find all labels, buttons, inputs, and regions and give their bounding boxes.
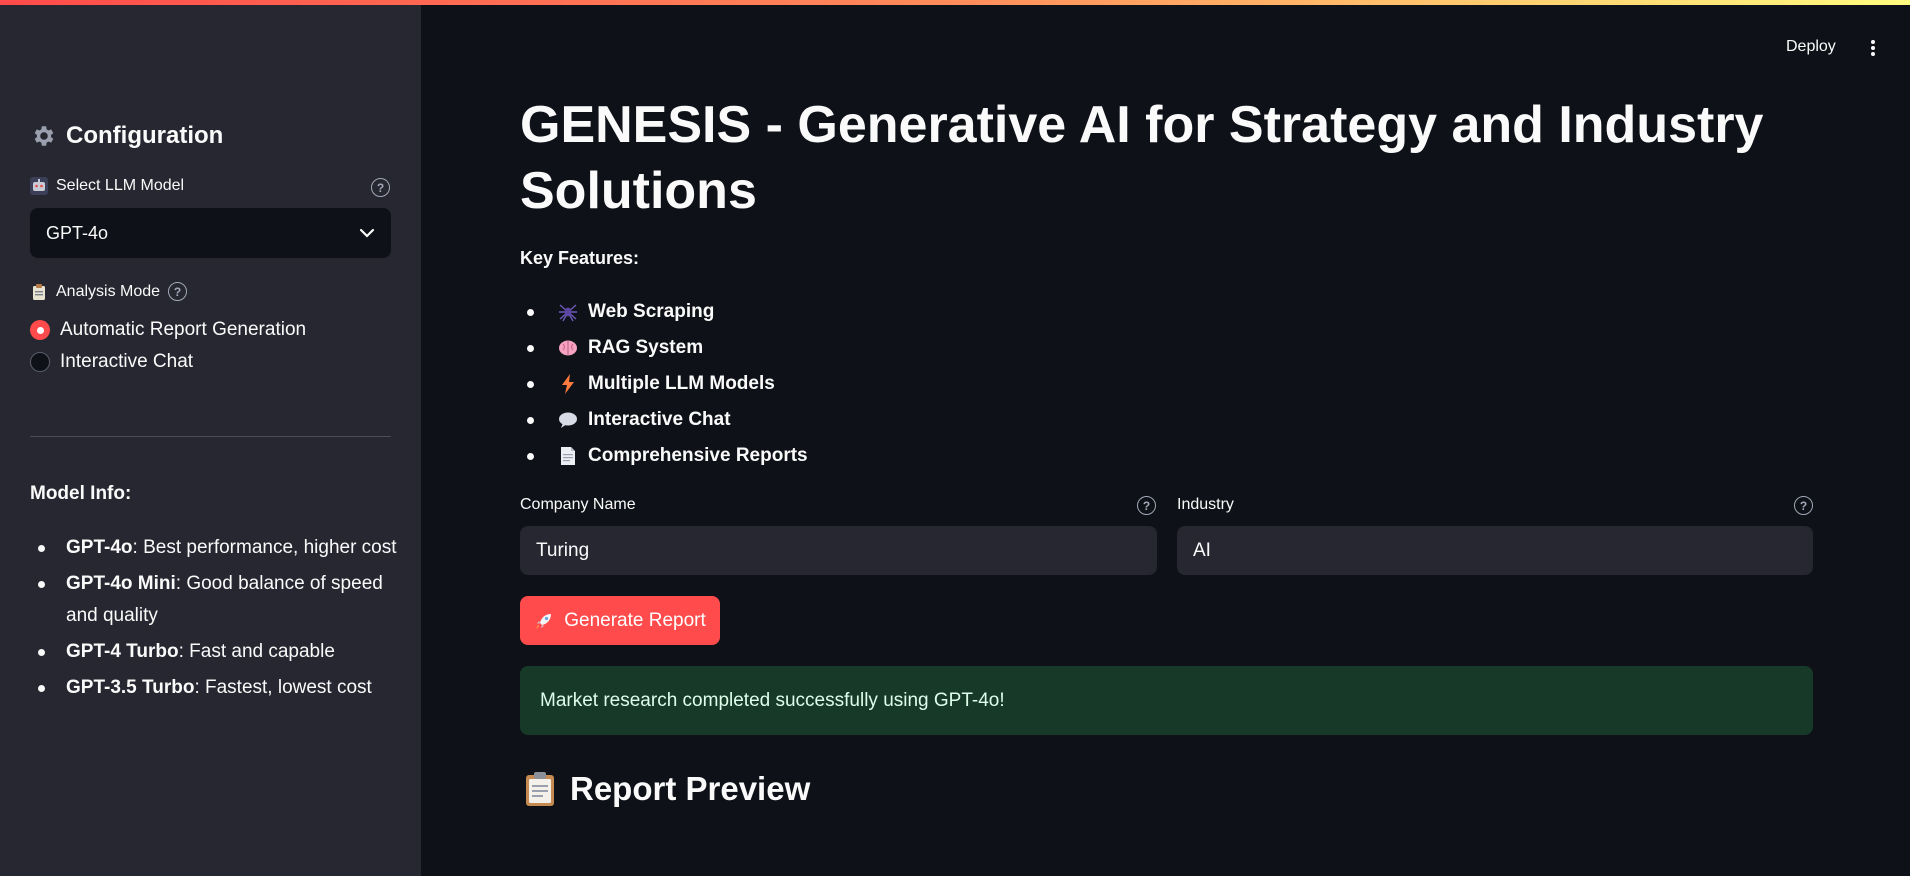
model-desc: : Fastest, lowest cost [194, 677, 372, 698]
rocket-icon [536, 613, 552, 629]
feature-label: Interactive Chat [588, 409, 731, 430]
radio-selected-indicator[interactable] [30, 320, 50, 340]
feature-label: Multiple LLM Models [588, 373, 775, 394]
industry-label: Industry [1177, 496, 1234, 513]
feature-label: Comprehensive Reports [588, 445, 808, 466]
list-item: Web Scraping [520, 294, 808, 330]
robot-icon [30, 177, 48, 195]
list-item: GPT-4 Turbo: Fast and capable [30, 636, 400, 668]
company-help-icon[interactable]: ? [1137, 496, 1156, 515]
speech-bubble-icon [558, 410, 578, 430]
clipboard-icon [526, 772, 554, 806]
sidebar-header: Configuration [30, 122, 223, 150]
radio-unselected-indicator[interactable] [30, 352, 50, 372]
top-decoration-bar [0, 0, 1910, 5]
success-message: Market research completed successfully u… [540, 689, 1005, 711]
list-item: GPT-3.5 Turbo: Fastest, lowest cost [30, 672, 400, 704]
sidebar-title: Configuration [66, 122, 224, 149]
model-name: GPT-3.5 Turbo [66, 677, 195, 698]
generate-report-button[interactable]: Generate Report [520, 596, 720, 645]
sidebar: Configuration Select LLM Model ? GPT-4o … [0, 0, 421, 876]
document-icon [558, 446, 578, 466]
list-item: Multiple LLM Models [520, 366, 808, 402]
model-name: GPT-4o Mini [66, 573, 176, 594]
report-preview-heading: Report Preview [524, 770, 810, 808]
analysis-mode-help-icon[interactable]: ? [168, 282, 188, 301]
model-select-value: GPT-4o [46, 222, 109, 243]
company-name-input[interactable] [520, 526, 1157, 575]
sidebar-divider [30, 436, 391, 437]
radio-option-label: Interactive Chat [60, 351, 194, 372]
model-desc: : Best performance, higher cost [132, 537, 397, 558]
radio-automatic-report[interactable]: Automatic Report Generation [30, 319, 306, 341]
key-features-label: Key Features: [520, 248, 640, 268]
feature-list: Web Scraping RAG System Multiple LLM Mod… [520, 294, 808, 474]
radio-option-label: Automatic Report Generation [60, 319, 307, 340]
report-preview-title: Report Preview [570, 770, 811, 807]
success-alert: Market research completed successfully u… [520, 666, 1813, 735]
generate-report-label: Generate Report [564, 609, 706, 631]
model-info-list: GPT-4o: Best performance, higher cost GP… [30, 532, 400, 708]
industry-input[interactable] [1177, 526, 1813, 575]
list-item: GPT-4o: Best performance, higher cost [30, 532, 400, 564]
analysis-mode-label-row: Analysis Mode ? [30, 282, 188, 301]
list-item: GPT-4o Mini: Good balance of speed and q… [30, 568, 400, 632]
analysis-mode-label: Analysis Mode [56, 282, 161, 300]
model-name: GPT-4o [66, 537, 133, 558]
list-item: RAG System [520, 330, 808, 366]
deploy-button[interactable]: Deploy [1786, 38, 1836, 56]
list-item: Comprehensive Reports [520, 438, 808, 474]
company-name-label: Company Name [520, 496, 636, 513]
clipboard-icon [30, 283, 48, 301]
chevron-down-icon [359, 228, 375, 238]
lightning-icon [558, 374, 578, 394]
model-select[interactable]: GPT-4o [30, 208, 391, 258]
spider-icon [558, 302, 578, 322]
feature-label: Web Scraping [588, 301, 715, 322]
main-menu-icon[interactable] [1866, 38, 1880, 58]
gear-icon [34, 126, 54, 146]
brain-icon [558, 338, 578, 358]
model-select-label: Select LLM Model [56, 177, 185, 194]
model-desc: : Fast and capable [178, 641, 335, 662]
model-name: GPT-4 Turbo [66, 641, 179, 662]
model-select-label-row: Select LLM Model [30, 177, 184, 195]
model-info-title: Model Info: [30, 483, 132, 504]
industry-help-icon[interactable]: ? [1794, 496, 1813, 515]
radio-interactive-chat[interactable]: Interactive Chat [30, 351, 193, 373]
list-item: Interactive Chat [520, 402, 808, 438]
feature-label: RAG System [588, 337, 704, 358]
model-select-help-icon[interactable]: ? [371, 178, 390, 197]
page-title: GENESIS - Generative AI for Strategy and… [520, 96, 1764, 220]
